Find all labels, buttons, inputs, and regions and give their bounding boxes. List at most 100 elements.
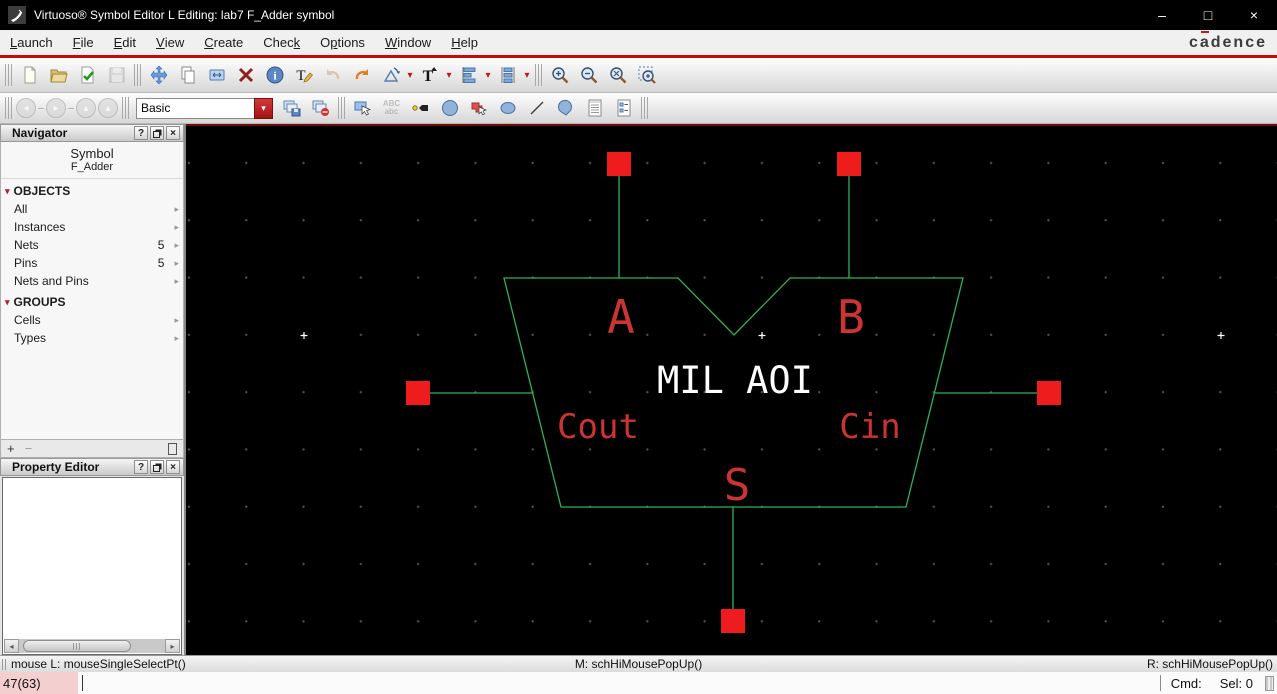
circle-icon[interactable] bbox=[493, 95, 522, 121]
menu-window[interactable]: Window bbox=[375, 30, 441, 55]
maximize-button[interactable]: □ bbox=[1185, 0, 1231, 30]
rotate-icon[interactable] bbox=[376, 62, 405, 88]
property-sheet-icon[interactable] bbox=[609, 95, 638, 121]
horizontal-scrollbar[interactable]: ◂ ▸ bbox=[4, 639, 180, 653]
toolbar-grip[interactable] bbox=[535, 64, 542, 86]
menu-file[interactable]: File bbox=[63, 30, 104, 55]
line-icon[interactable] bbox=[522, 95, 551, 121]
layer-combo-dropdown-icon[interactable]: ▾ bbox=[254, 97, 273, 119]
tree-item-cells[interactable]: Cells ▸ bbox=[1, 311, 183, 329]
move-icon[interactable] bbox=[144, 62, 173, 88]
rotate-dropdown-icon[interactable]: ▾ bbox=[405, 70, 415, 81]
zoom-out-icon[interactable] bbox=[574, 62, 603, 88]
add-filter-button[interactable]: + bbox=[7, 441, 15, 456]
collapse-triangle-icon[interactable]: ▾ bbox=[5, 186, 10, 197]
property-editor-close-icon[interactable]: × bbox=[166, 460, 180, 474]
symbol-canvas[interactable]: A B Cout Cin S MIL AOI bbox=[186, 124, 1277, 655]
tree-item-types[interactable]: Types ▸ bbox=[1, 329, 183, 347]
menu-check[interactable]: Chec k bbox=[253, 30, 310, 55]
tree-item-pins[interactable]: Pins 5 ▸ bbox=[1, 254, 183, 272]
note-icon[interactable] bbox=[580, 95, 609, 121]
up-hierarchy-icon[interactable]: ▴ bbox=[76, 98, 96, 118]
new-file-icon[interactable] bbox=[15, 62, 44, 88]
distribute-dropdown-icon[interactable]: ▾ bbox=[522, 70, 532, 81]
copy-icon[interactable] bbox=[173, 62, 202, 88]
expand-arrow-icon[interactable]: ▸ bbox=[174, 276, 179, 287]
tree-item-all[interactable]: All ▸ bbox=[1, 200, 183, 218]
property-editor-help-icon[interactable]: ? bbox=[134, 460, 148, 474]
place-pin-icon[interactable] bbox=[464, 95, 493, 121]
layer-purpose-combo[interactable]: ▾ bbox=[136, 97, 273, 119]
text-labels-icon[interactable]: ABC abc bbox=[377, 95, 406, 121]
layer-remove-icon[interactable] bbox=[306, 95, 335, 121]
toolbar-grip[interactable] bbox=[641, 97, 648, 119]
navigator-close-icon[interactable]: × bbox=[166, 126, 180, 140]
expand-arrow-icon[interactable]: ▸ bbox=[174, 315, 179, 326]
tree-section-groups[interactable]: ▾ GROUPS bbox=[1, 290, 183, 311]
navigator-help-icon[interactable]: ? bbox=[134, 126, 148, 140]
text-style-dropdown-icon[interactable]: ▾ bbox=[444, 70, 454, 81]
ellipse-icon[interactable] bbox=[435, 95, 464, 121]
scroll-right-icon[interactable]: ▸ bbox=[165, 639, 180, 653]
pin-icon[interactable] bbox=[406, 95, 435, 121]
select-cursor-icon[interactable] bbox=[348, 95, 377, 121]
layer-combo-value[interactable] bbox=[136, 97, 254, 119]
minimize-button[interactable]: – bbox=[1139, 0, 1185, 30]
tree-section-objects[interactable]: ▾ OBJECTS bbox=[1, 179, 183, 200]
scroll-left-icon[interactable]: ◂ bbox=[4, 639, 19, 653]
zoom-in-icon[interactable] bbox=[545, 62, 574, 88]
menu-options[interactable]: Op tions bbox=[310, 30, 375, 55]
forward-dropdown-icon[interactable]: – bbox=[67, 103, 75, 114]
zoom-region-icon[interactable] bbox=[632, 62, 661, 88]
align-dropdown-icon[interactable]: ▾ bbox=[483, 70, 493, 81]
close-button[interactable]: × bbox=[1231, 0, 1277, 30]
text-style-icon[interactable]: T bbox=[415, 62, 444, 88]
delete-icon[interactable] bbox=[231, 62, 260, 88]
properties-icon[interactable]: i bbox=[260, 62, 289, 88]
undo-icon[interactable] bbox=[318, 62, 347, 88]
menu-help[interactable]: Help bbox=[441, 30, 488, 55]
toolbar-grip[interactable] bbox=[134, 64, 141, 86]
check-save-icon[interactable] bbox=[73, 62, 102, 88]
save-icon[interactable] bbox=[102, 62, 131, 88]
zoom-fit-icon[interactable] bbox=[603, 62, 632, 88]
back-icon[interactable]: ◂ bbox=[16, 98, 36, 118]
columns-icon[interactable] bbox=[168, 442, 177, 455]
tree-item-nets-and-pins[interactable]: Nets and Pins ▸ bbox=[1, 272, 183, 290]
edit-labels-icon[interactable]: T bbox=[289, 62, 318, 88]
tree-item-nets[interactable]: Nets 5 ▸ bbox=[1, 236, 183, 254]
remove-filter-button[interactable]: − bbox=[25, 441, 33, 456]
menu-create[interactable]: Create bbox=[194, 30, 253, 55]
symbol-center-label[interactable]: MIL AOI bbox=[657, 359, 813, 402]
menu-view[interactable]: View bbox=[146, 30, 194, 55]
property-editor-float-icon[interactable] bbox=[150, 460, 164, 474]
menu-edit[interactable]: Edit bbox=[104, 30, 146, 55]
toolbar-grip[interactable] bbox=[338, 97, 345, 119]
navigator-title-bar[interactable]: Navigator ? × bbox=[0, 124, 184, 142]
top-hierarchy-icon[interactable]: ▴ bbox=[98, 98, 118, 118]
property-editor-content[interactable]: ◂ ▸ bbox=[2, 477, 182, 655]
expand-arrow-icon[interactable]: ▸ bbox=[174, 258, 179, 269]
stretch-icon[interactable] bbox=[202, 62, 231, 88]
property-editor-title-bar[interactable]: Property Editor ? × bbox=[0, 458, 184, 476]
toolbar-grip[interactable] bbox=[5, 64, 12, 86]
scrollbar-thumb[interactable] bbox=[23, 640, 131, 652]
align-icon[interactable] bbox=[454, 62, 483, 88]
expand-arrow-icon[interactable]: ▸ bbox=[174, 333, 179, 344]
expand-arrow-icon[interactable]: ▸ bbox=[174, 222, 179, 233]
expand-arrow-icon[interactable]: ▸ bbox=[174, 240, 179, 251]
navigator-float-icon[interactable] bbox=[150, 126, 164, 140]
menu-launch[interactable]: Launch bbox=[0, 30, 63, 55]
tree-item-instances[interactable]: Instances ▸ bbox=[1, 218, 183, 236]
collapse-triangle-icon[interactable]: ▾ bbox=[5, 297, 10, 308]
open-icon[interactable] bbox=[44, 62, 73, 88]
toolbar-grip[interactable] bbox=[5, 97, 12, 119]
arc-icon[interactable] bbox=[551, 95, 580, 121]
layer-save-icon[interactable] bbox=[277, 95, 306, 121]
back-dropdown-icon[interactable]: – bbox=[37, 103, 45, 114]
redo-icon[interactable] bbox=[347, 62, 376, 88]
forward-icon[interactable]: ▸ bbox=[46, 98, 66, 118]
distribute-icon[interactable] bbox=[493, 62, 522, 88]
resize-grip[interactable] bbox=[1265, 675, 1274, 691]
toolbar-grip[interactable] bbox=[122, 97, 129, 119]
